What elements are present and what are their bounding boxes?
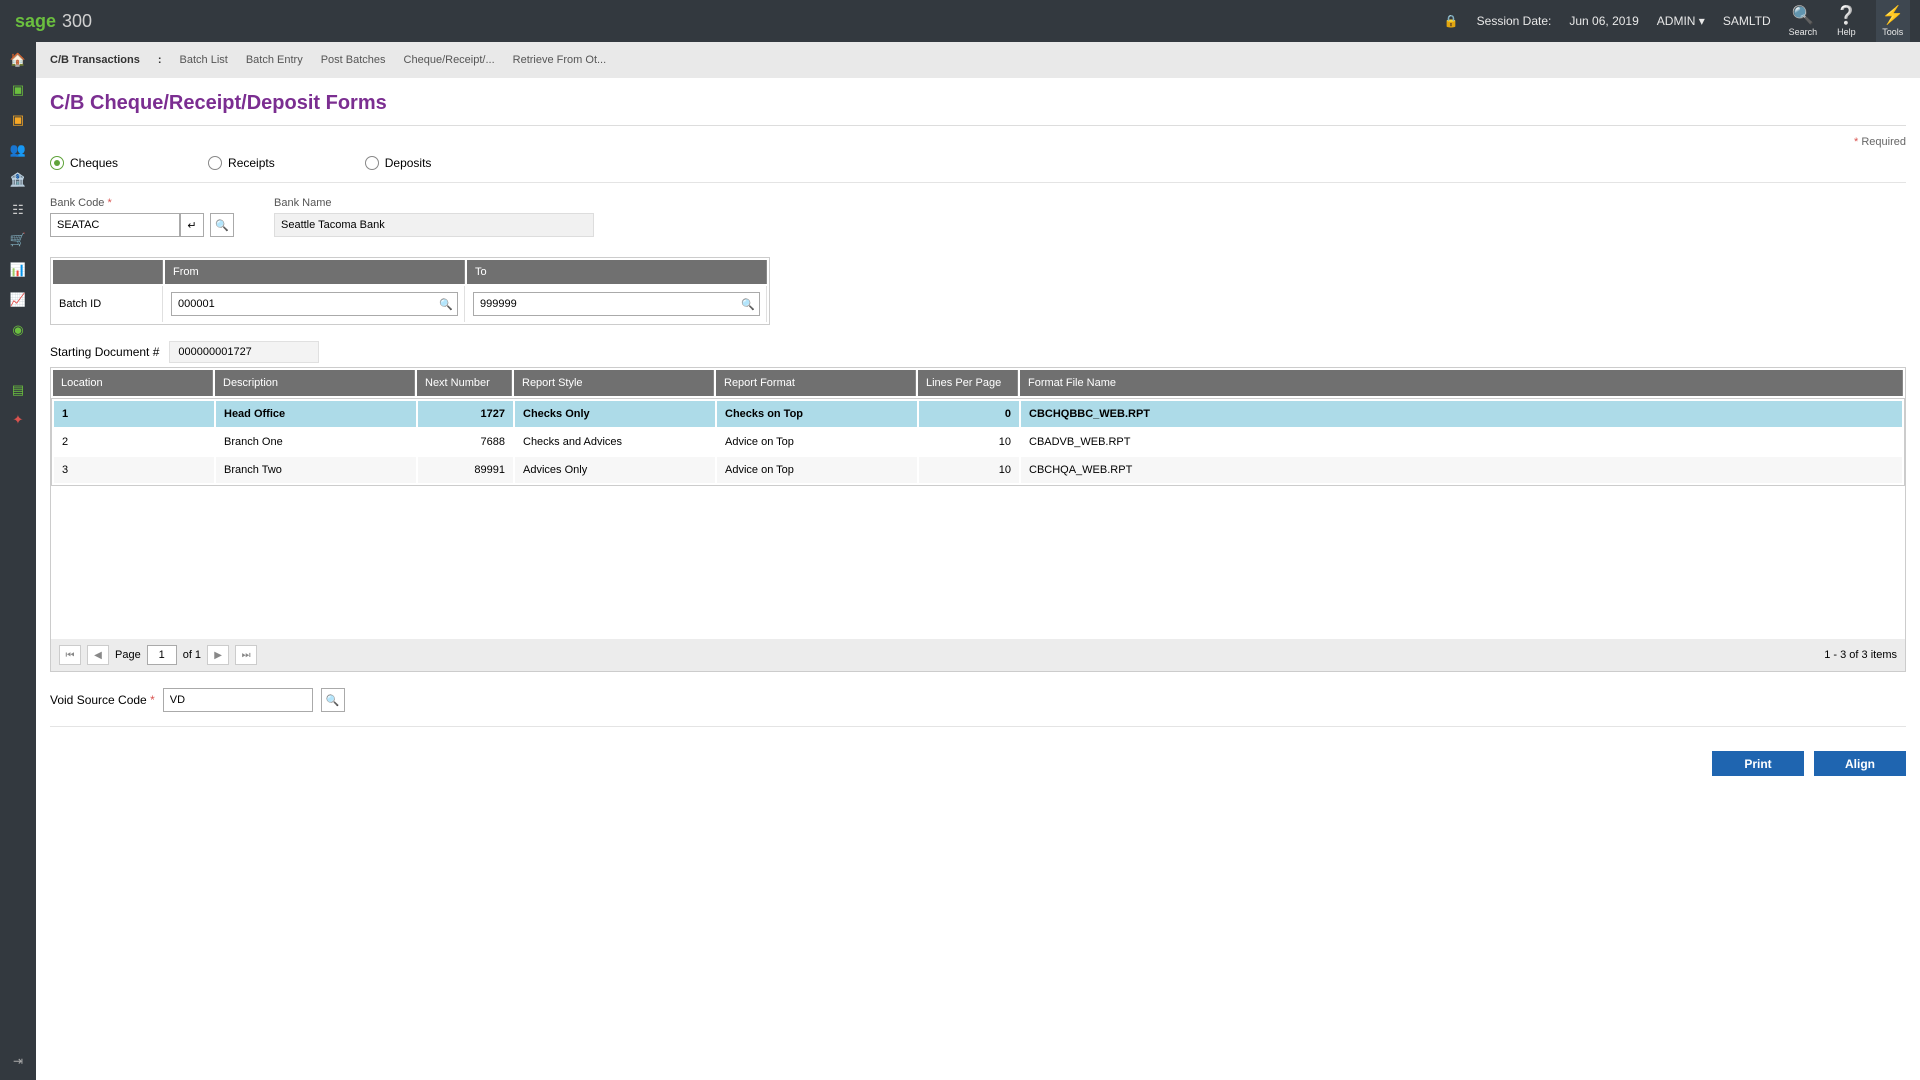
main-panel: C/B Transactions : Batch List Batch Entr… [36, 42, 1920, 1080]
breadcrumb-root[interactable]: C/B Transactions [50, 54, 140, 66]
bolt-icon: ⚡ [1882, 5, 1904, 26]
pager-summary: 1 - 3 of 3 items [1824, 649, 1897, 661]
bank-code-label: Bank Code * [50, 197, 234, 209]
from-header: From [165, 260, 465, 284]
search-button[interactable]: 🔍 Search [1789, 5, 1818, 37]
company-label[interactable]: SAMLTD [1723, 14, 1771, 28]
module-icon-4[interactable]: 🏦 [8, 170, 28, 190]
batch-id-label: Batch ID [53, 286, 163, 322]
module-icon-11[interactable]: ✦ [8, 410, 28, 430]
module-icon-1[interactable]: ▣ [8, 80, 28, 100]
void-source-label: Void Source Code * [50, 693, 155, 707]
module-icon-8[interactable]: 📈 [8, 290, 28, 310]
breadcrumb-sep: : [158, 54, 162, 66]
print-button[interactable]: Print [1712, 751, 1804, 776]
help-icon: ❔ [1835, 5, 1857, 26]
module-icon-2[interactable]: ▣ [8, 110, 28, 130]
module-icon-6[interactable]: 🛒 [8, 230, 28, 250]
col-description[interactable]: Description [215, 370, 415, 396]
top-header: sage 300 🔒 Session Date: Jun 06, 2019 AD… [0, 0, 1920, 42]
void-source-input[interactable] [163, 688, 313, 712]
pager-page-input[interactable] [147, 645, 177, 665]
batch-range-table: From To Batch ID 🔍 🔍 [50, 257, 770, 325]
lock-icon: 🔒 [1444, 14, 1459, 28]
search-icon[interactable]: 🔍 [435, 298, 457, 311]
col-lines-per-page[interactable]: Lines Per Page [918, 370, 1018, 396]
align-button[interactable]: Align [1814, 751, 1906, 776]
bank-name-display [274, 213, 594, 237]
brand-text: sage [15, 11, 56, 32]
pager-next[interactable]: ▶ [207, 645, 229, 665]
bank-code-finder-button[interactable]: 🔍 [210, 213, 234, 237]
table-row[interactable]: 3Branch Two89991Advices OnlyAdvice on To… [54, 457, 1902, 483]
bank-code-input[interactable] [50, 213, 180, 237]
search-icon[interactable]: 🔍 [737, 298, 759, 311]
grid-pager: ⏮ ◀ Page of 1 ▶ ⏭ 1 - 3 of 3 items [50, 639, 1906, 672]
pager-first[interactable]: ⏮ [59, 645, 81, 665]
required-legend: * Required [50, 136, 1906, 148]
breadcrumb-item[interactable]: Cheque/Receipt/... [404, 54, 495, 66]
col-format-file[interactable]: Format File Name [1020, 370, 1903, 396]
breadcrumb-item[interactable]: Batch List [180, 54, 228, 66]
col-report-format[interactable]: Report Format [716, 370, 916, 396]
pager-page-label: Page [115, 649, 141, 661]
breadcrumb: C/B Transactions : Batch List Batch Entr… [36, 42, 1920, 78]
format-grid: Location Description Next Number Report … [50, 367, 1906, 399]
home-icon[interactable]: 🏠 [8, 50, 28, 70]
product-text: 300 [62, 11, 92, 32]
table-row[interactable]: 2Branch One7688Checks and AdvicesAdvice … [54, 429, 1902, 455]
session-date-value: Jun 06, 2019 [1569, 14, 1638, 28]
chevron-down-icon: ▾ [1699, 14, 1705, 28]
user-menu[interactable]: ADMIN ▾ [1657, 14, 1705, 28]
starting-doc-input [169, 341, 319, 363]
module-icon-7[interactable]: 📊 [8, 260, 28, 280]
col-location[interactable]: Location [53, 370, 213, 396]
doc-type-radio-group: Cheques Receipts Deposits [50, 156, 1906, 183]
batch-to-input[interactable]: 🔍 [473, 292, 760, 316]
header-right: 🔒 Session Date: Jun 06, 2019 ADMIN ▾ SAM… [1444, 0, 1910, 42]
session-date-label: Session Date: [1477, 14, 1552, 28]
radio-receipts[interactable]: Receipts [208, 156, 275, 170]
expand-sidebar-icon[interactable]: ⇥ [13, 1054, 23, 1068]
logo: sage 300 [15, 11, 92, 32]
bank-code-go-button[interactable]: ↵ [180, 213, 204, 237]
help-button[interactable]: ❔ Help [1835, 5, 1857, 37]
module-icon-5[interactable]: ☷ [8, 200, 28, 220]
bank-name-label: Bank Name [274, 197, 594, 209]
page-title: C/B Cheque/Receipt/Deposit Forms [36, 78, 1920, 125]
batch-from-input[interactable]: 🔍 [171, 292, 458, 316]
radio-deposits[interactable]: Deposits [365, 156, 432, 170]
table-row[interactable]: 1Head Office1727Checks OnlyChecks on Top… [54, 401, 1902, 427]
radio-icon [50, 156, 64, 170]
col-next-number[interactable]: Next Number [417, 370, 512, 396]
pager-prev[interactable]: ◀ [87, 645, 109, 665]
search-icon: 🔍 [1792, 5, 1814, 26]
module-icon-3[interactable]: 👥 [8, 140, 28, 160]
breadcrumb-item[interactable]: Batch Entry [246, 54, 303, 66]
radio-icon [208, 156, 222, 170]
module-icon-10[interactable]: ▤ [8, 380, 28, 400]
pager-last[interactable]: ⏭ [235, 645, 257, 665]
to-header: To [467, 260, 767, 284]
radio-icon [365, 156, 379, 170]
tools-button[interactable]: ⚡ Tools [1876, 0, 1910, 42]
pager-of-label: of 1 [183, 649, 201, 661]
breadcrumb-item[interactable]: Post Batches [321, 54, 386, 66]
breadcrumb-item[interactable]: Retrieve From Ot... [513, 54, 607, 66]
starting-doc-label: Starting Document # [50, 345, 159, 359]
col-report-style[interactable]: Report Style [514, 370, 714, 396]
search-icon: 🔍 [326, 694, 340, 707]
void-source-finder-button[interactable]: 🔍 [321, 688, 345, 712]
left-sidebar: 🏠 ▣ ▣ 👥 🏦 ☷ 🛒 📊 📈 ◉ ▤ ✦ ⇥ [0, 42, 36, 1080]
module-icon-9[interactable]: ◉ [8, 320, 28, 340]
radio-cheques[interactable]: Cheques [50, 156, 118, 170]
search-icon: 🔍 [215, 219, 229, 232]
